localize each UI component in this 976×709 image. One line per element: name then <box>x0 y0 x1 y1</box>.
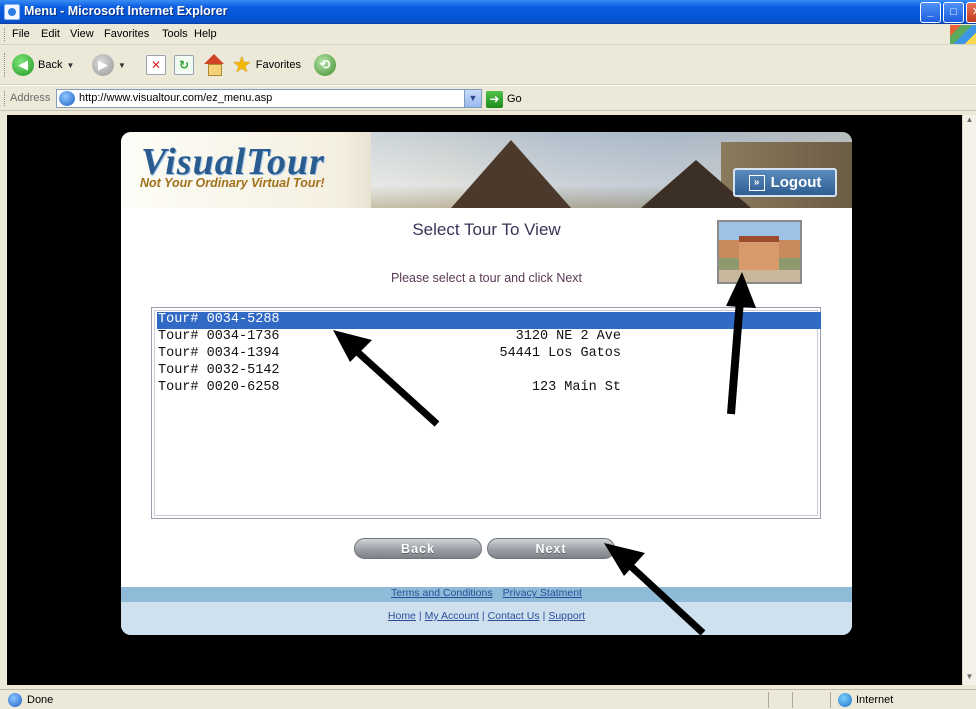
visualtour-logo: VisualTour Not Your Ordinary Virtual Tou… <box>139 140 359 196</box>
menu-help[interactable]: Help <box>194 28 217 40</box>
address-bar: Address http://www.visualtour.com/ez_men… <box>0 86 976 111</box>
visualtour-page: VisualTour Not Your Ordinary Virtual Tou… <box>121 132 852 635</box>
ie-icon <box>4 4 20 20</box>
back-arrow-icon: ◀ <box>12 54 34 76</box>
go-button[interactable]: ➜ Go <box>486 90 522 108</box>
scroll-down-icon[interactable]: ▼ <box>963 672 976 685</box>
address-label: Address <box>10 92 51 104</box>
forward-button[interactable]: ▶ ▼ <box>92 53 126 77</box>
page-status-icon <box>8 693 22 707</box>
logout-button-label: Logout <box>770 174 822 191</box>
menu-tools[interactable]: Tools <box>162 28 188 40</box>
address-url[interactable]: http://www.visualtour.com/ez_menu.asp <box>79 92 272 104</box>
back-button[interactable]: ◀ Back ▼ <box>12 53 74 77</box>
security-zone-label: Internet <box>856 694 894 706</box>
vertical-scrollbar[interactable]: ▲ ▼ <box>962 115 976 685</box>
go-arrow-icon: ➜ <box>486 90 503 108</box>
status-text: Done <box>27 694 54 706</box>
windows-logo-icon <box>950 25 976 44</box>
tour-list-item[interactable]: Tour# 0032-5142 <box>157 363 821 380</box>
address-dropdown-icon[interactable]: ▼ <box>464 90 481 107</box>
stop-button[interactable]: ✕ <box>146 53 166 77</box>
history-button[interactable]: ⟲ <box>314 53 336 77</box>
navigation-buttons: Back Next <box>121 538 852 560</box>
close-button[interactable]: ✕ <box>966 2 976 23</box>
window-title-bar: Menu - Microsoft Internet Explorer _ □ ✕ <box>0 0 976 24</box>
refresh-button[interactable]: ↻ <box>174 53 194 77</box>
status-divider <box>830 692 831 708</box>
tour-list-item[interactable]: Tour# 0020-6258 123 Main St <box>157 380 821 397</box>
tour-list-item[interactable]: Tour# 0034-1394 54441 Los Gatos <box>157 346 821 363</box>
status-divider <box>792 692 793 708</box>
logout-button[interactable]: » Logout <box>733 168 837 197</box>
terms-link[interactable]: Terms and Conditions <box>391 587 493 599</box>
status-bar: Done Internet <box>0 689 976 709</box>
banner-roof-shape <box>451 140 571 208</box>
footer-legal-links: Terms and Conditions Privacy Statment <box>121 587 852 602</box>
refresh-icon: ↻ <box>174 55 194 75</box>
page-icon <box>59 91 75 106</box>
menu-bar: File Edit View Favorites Tools Help <box>0 24 976 45</box>
logo-tagline: Not Your Ordinary Virtual Tour! <box>140 176 325 190</box>
menu-file[interactable]: File <box>12 28 30 40</box>
scroll-up-icon[interactable]: ▲ <box>963 115 976 128</box>
status-divider <box>768 692 769 708</box>
maximize-button[interactable]: □ <box>943 2 964 23</box>
window-title: Menu - Microsoft Internet Explorer <box>24 4 228 18</box>
favorites-button-label: Favorites <box>255 59 301 71</box>
favorites-button[interactable]: ★ Favorites <box>232 53 301 77</box>
tour-list-item[interactable]: Tour# 0034-1736 3120 NE 2 Ave <box>157 329 821 346</box>
tour-listbox[interactable]: Tour# 0034-5288 Tour# 0034-1736 3120 NE 2… <box>151 307 821 519</box>
address-input[interactable]: http://www.visualtour.com/ez_menu.asp ▼ <box>56 89 482 108</box>
toolbar: ◀ Back ▼ ▶ ▼ ✕ ↻ ★ Favorites ⟲ <box>0 45 976 85</box>
star-icon: ★ <box>232 52 252 77</box>
footer-separator: | <box>542 610 546 622</box>
site-banner: VisualTour Not Your Ordinary Virtual Tou… <box>121 132 852 208</box>
support-link[interactable]: Support <box>548 610 585 622</box>
history-icon: ⟲ <box>314 54 336 76</box>
back-button-label: Back <box>38 59 63 71</box>
next-button[interactable]: Next <box>487 538 615 559</box>
back-dropdown-icon[interactable]: ▼ <box>66 61 74 70</box>
toolbar-grip <box>4 53 6 77</box>
forward-dropdown-icon[interactable]: ▼ <box>118 61 126 70</box>
back-page-button[interactable]: Back <box>354 538 482 559</box>
double-chevron-icon: » <box>748 174 765 191</box>
menu-bar-grip <box>4 28 6 41</box>
footer-separator: | <box>418 610 422 622</box>
menu-view[interactable]: View <box>70 28 94 40</box>
menu-favorites[interactable]: Favorites <box>104 28 149 40</box>
home-icon <box>203 54 225 76</box>
footer-nav-links: Home | My Account | Contact Us | Support <box>121 602 852 635</box>
my-account-link[interactable]: My Account <box>425 610 479 622</box>
address-bar-grip <box>4 91 6 106</box>
menu-edit[interactable]: Edit <box>41 28 60 40</box>
contact-us-link[interactable]: Contact Us <box>488 610 540 622</box>
home-link[interactable]: Home <box>388 610 416 622</box>
forward-arrow-icon: ▶ <box>92 54 114 76</box>
instruction-text: Please select a tour and click Next <box>390 271 583 285</box>
tour-list-item[interactable]: Tour# 0034-5288 <box>157 312 821 329</box>
home-button[interactable] <box>203 53 225 77</box>
stop-icon: ✕ <box>146 55 166 75</box>
footer-separator: | <box>481 610 485 622</box>
tour-listbox-inner: Tour# 0034-5288 Tour# 0034-1736 3120 NE 2… <box>154 310 821 516</box>
go-button-label: Go <box>507 93 522 105</box>
internet-zone-icon <box>838 693 852 707</box>
minimize-button[interactable]: _ <box>920 2 941 23</box>
privacy-link[interactable]: Privacy Statment <box>503 587 582 599</box>
